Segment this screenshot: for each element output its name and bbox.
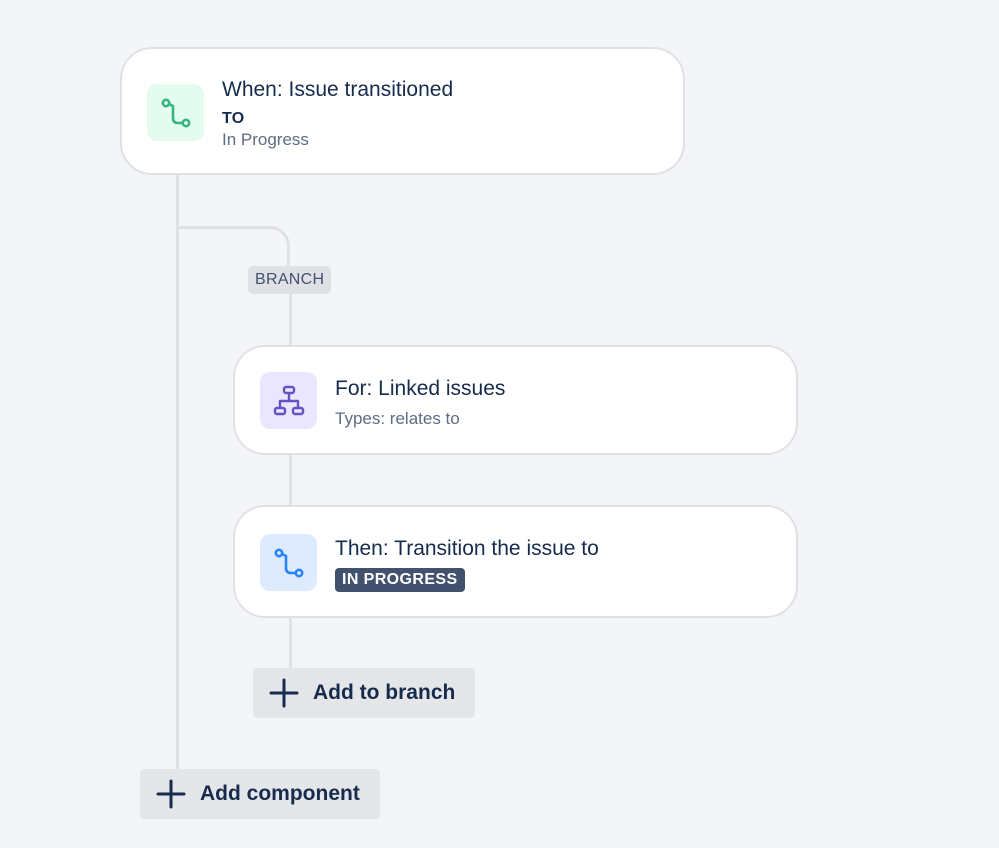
branch-action-icon-box bbox=[260, 534, 317, 591]
branch-connector-line-2 bbox=[289, 454, 292, 506]
add-to-branch-label: Add to branch bbox=[313, 681, 456, 704]
branch-action-card[interactable]: Then: Transition the issue to IN PROGRES… bbox=[233, 505, 798, 618]
add-component-button[interactable]: Add component bbox=[140, 769, 380, 819]
branch-condition-icon-box bbox=[260, 372, 317, 429]
trigger-icon-box bbox=[147, 84, 204, 141]
branch-action-title: Then: Transition the issue to bbox=[335, 537, 599, 560]
branch-condition-title: For: Linked issues bbox=[335, 377, 506, 400]
transition-icon bbox=[273, 547, 303, 577]
status-lozenge: IN PROGRESS bbox=[335, 568, 465, 592]
branch-connector-curve bbox=[177, 226, 290, 266]
branch-condition-card[interactable]: For: Linked issues Types: relates to bbox=[233, 345, 798, 455]
plus-icon bbox=[267, 676, 301, 710]
trigger-detail-value: In Progress bbox=[222, 130, 309, 149]
branch-connector-line-3 bbox=[289, 617, 292, 669]
branch-condition-subtitle: Types: relates to bbox=[335, 409, 460, 428]
trigger-title: When: Issue transitioned bbox=[222, 78, 454, 101]
automation-rule-canvas: When: Issue transitioned TO In Progress … bbox=[0, 0, 999, 848]
add-to-branch-button[interactable]: Add to branch bbox=[253, 668, 475, 718]
branch-tag: BRANCH bbox=[248, 266, 332, 294]
trigger-detail-label: TO bbox=[222, 110, 245, 127]
branch-connector-line-1 bbox=[289, 294, 292, 346]
plus-icon bbox=[154, 777, 188, 811]
transition-icon bbox=[160, 97, 190, 127]
trigger-card[interactable]: When: Issue transitioned TO In Progress bbox=[120, 47, 685, 175]
add-component-label: Add component bbox=[200, 782, 360, 805]
hierarchy-icon bbox=[273, 385, 304, 415]
